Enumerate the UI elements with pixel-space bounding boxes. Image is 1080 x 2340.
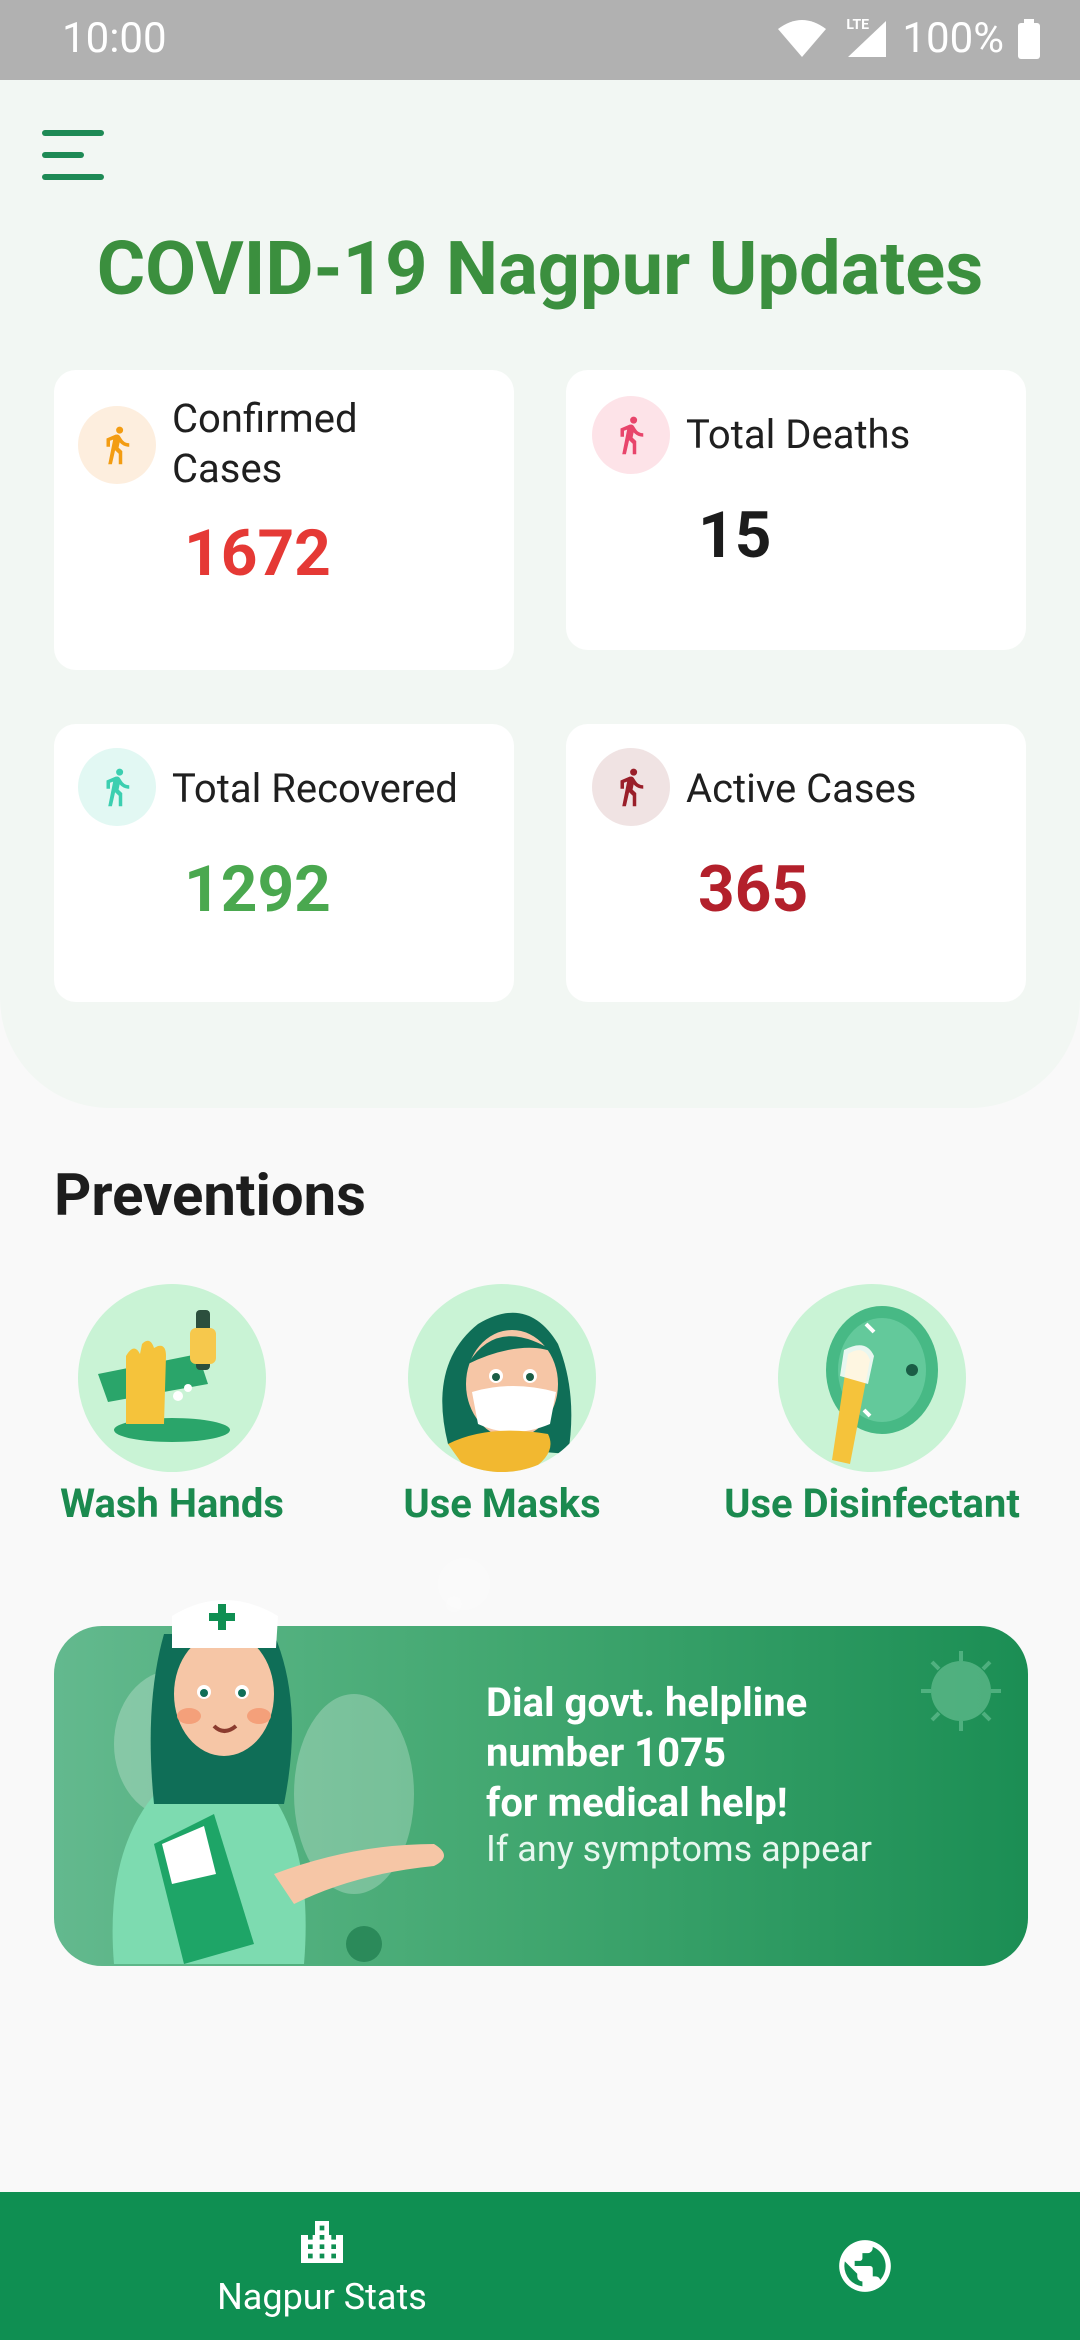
stat-label: Active Cases (686, 765, 917, 812)
battery-level: 100% (902, 14, 1004, 63)
helpline-line-1: Dial govt. helpline (486, 1679, 808, 1726)
helpline-line-3: for medical help! (486, 1779, 788, 1826)
active-cases-card[interactable]: Active Cases 365 (566, 724, 1026, 1002)
page-title: COVID-19 Nagpur Updates (96, 226, 984, 313)
building-icon (301, 2221, 343, 2263)
confirmed-cases-card[interactable]: Confirmed Cases 1672 (54, 370, 514, 670)
battery-icon (1018, 18, 1040, 59)
network-type: LTE (846, 16, 869, 33)
total-recovered-card[interactable]: Total Recovered 1292 (54, 724, 514, 1002)
helpline-line-2: number 1075 (486, 1729, 726, 1776)
running-person-icon (592, 396, 670, 474)
use-masks-illustration (408, 1284, 596, 1472)
use-disinfectant-illustration (778, 1284, 966, 1472)
bottom-navigation: Nagpur Stats (0, 2192, 1080, 2340)
menu-icon[interactable] (42, 130, 104, 180)
nav-world-stats[interactable] (790, 2192, 940, 2340)
prevention-label: Use Masks (403, 1480, 601, 1527)
nurse-illustration (112, 1558, 490, 1964)
running-person-icon (592, 748, 670, 826)
stat-value: 365 (698, 852, 809, 927)
globe-icon (839, 2240, 891, 2292)
prevention-label: Wash Hands (60, 1480, 284, 1527)
stat-label: Total Recovered (172, 765, 458, 812)
use-disinfectant-item[interactable]: Use Disinfectant (712, 1284, 1032, 1527)
stat-label: Confirmed Cases (172, 395, 358, 492)
wifi-icon (776, 19, 828, 59)
stat-value: 1672 (184, 516, 331, 591)
helpline-text: Dial govt. helpline number 1075 for medi… (486, 1678, 1006, 1828)
stat-value: 15 (698, 498, 772, 573)
wash-hands-item[interactable]: Wash Hands (40, 1284, 304, 1527)
total-deaths-card[interactable]: Total Deaths 15 (566, 370, 1026, 650)
helpline-banner[interactable]: Dial govt. helpline number 1075 for medi… (54, 1558, 1028, 1966)
running-person-icon (78, 748, 156, 826)
nav-nagpur-stats[interactable]: Nagpur Stats (180, 2192, 464, 2340)
running-person-icon (78, 406, 156, 484)
nav-label: Nagpur Stats (217, 2276, 427, 2318)
use-masks-item[interactable]: Use Masks (382, 1284, 622, 1527)
prevention-label: Use Disinfectant (724, 1480, 1020, 1527)
helpline-subtitle: If any symptoms appear (486, 1828, 872, 1870)
stat-label: Total Deaths (686, 411, 911, 458)
stat-value: 1292 (184, 852, 331, 927)
wash-hands-illustration (78, 1284, 266, 1472)
signal-icon: LTE (842, 16, 888, 59)
status-bar: 10:00 LTE 100% (0, 0, 1080, 80)
status-time: 10:00 (62, 14, 167, 63)
preventions-title: Preventions (54, 1162, 366, 1230)
